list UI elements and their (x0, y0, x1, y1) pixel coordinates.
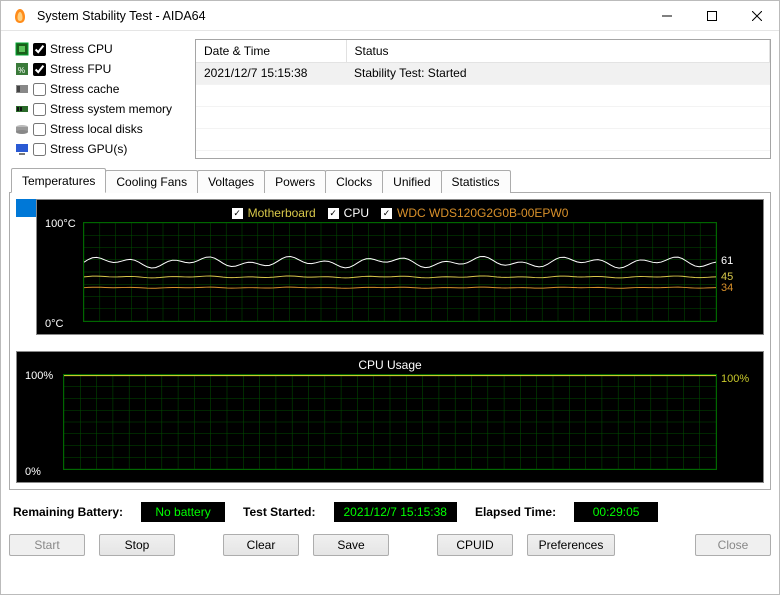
save-button[interactable]: Save (313, 534, 389, 556)
stress-options: Stress CPU% Stress FPU Stress cache Stress … (9, 39, 187, 159)
stress-option-stress-system-memory: Stress system memory (15, 99, 187, 119)
legend-label: Motherboard (248, 206, 316, 220)
stress-checkbox[interactable] (33, 103, 46, 116)
close-button[interactable] (734, 1, 779, 31)
stress-label: Stress CPU (50, 42, 113, 56)
stress-option-stress-gpu-s-: Stress GPU(s) (15, 139, 187, 159)
stress-checkbox[interactable] (33, 83, 46, 96)
stress-checkbox[interactable] (33, 143, 46, 156)
temp-readout: 61 (721, 255, 733, 267)
cpu-usage-graph: CPU Usage 100% 0% 100% (16, 351, 764, 483)
clear-button[interactable]: Clear (223, 534, 299, 556)
cpu-graph-title: CPU Usage (358, 358, 421, 372)
graph-tabs: TemperaturesCooling FansVoltagesPowersCl… (9, 167, 771, 193)
stress-type-icon (15, 142, 29, 156)
cpu-ymax-label: 100% (25, 370, 53, 382)
sensor-tree[interactable] (16, 199, 36, 339)
status-bar: Remaining Battery: No battery Test Start… (13, 502, 767, 522)
legend-checkbox[interactable]: ✓ (232, 208, 243, 219)
app-icon (11, 7, 29, 25)
legend-checkbox[interactable]: ✓ (381, 208, 392, 219)
stress-checkbox[interactable] (33, 43, 46, 56)
legend-label: CPU (344, 206, 369, 220)
stress-label: Stress cache (50, 82, 119, 96)
cpuid-button[interactable]: CPUID (437, 534, 513, 556)
event-status: Stability Test: Started (346, 62, 770, 84)
legend-item-motherboard[interactable]: ✓ Motherboard (232, 206, 316, 220)
battery-label: Remaining Battery: (13, 505, 123, 519)
stress-option-stress-cache: Stress cache (15, 79, 187, 99)
tab-clocks[interactable]: Clocks (325, 170, 383, 193)
col-status[interactable]: Status (346, 40, 770, 62)
event-log-table: Date & Time Status 2021/12/7 15:15:38Sta… (195, 39, 771, 159)
svg-text:%: % (18, 66, 25, 75)
stop-button[interactable]: Stop (99, 534, 175, 556)
legend-item-cpu[interactable]: ✓ CPU (328, 206, 369, 220)
stress-type-icon (15, 42, 29, 56)
tab-temperatures[interactable]: Temperatures (11, 168, 106, 193)
temperatures-graph: ✓Motherboard✓CPU✓WDC WDS120G2G0B-00EPW0 … (36, 199, 764, 335)
cpu-readout: 100% (721, 373, 749, 385)
cpu-ymin-label: 0% (25, 466, 41, 478)
temp-ymax-label: 100°C (45, 218, 76, 230)
temp-ymin-label: 0°C (45, 318, 63, 330)
tab-powers[interactable]: Powers (264, 170, 326, 193)
preferences-button[interactable]: Preferences (527, 534, 615, 556)
event-row-empty: .. (196, 106, 770, 128)
stress-option-stress-fpu: % Stress FPU (15, 59, 187, 79)
maximize-button[interactable] (689, 1, 734, 31)
legend-item-wdc-wds120g2g0b-00epw0[interactable]: ✓ WDC WDS120G2G0B-00EPW0 (381, 206, 568, 220)
stress-type-icon (15, 122, 29, 136)
stress-label: Stress FPU (50, 62, 111, 76)
button-bar: Start Stop Clear Save CPUID Preferences … (1, 522, 779, 566)
titlebar: System Stability Test - AIDA64 (1, 1, 779, 31)
stress-option-stress-cpu: Stress CPU (15, 39, 187, 59)
stress-label: Stress GPU(s) (50, 142, 127, 156)
stress-label: Stress local disks (50, 122, 143, 136)
tab-voltages[interactable]: Voltages (197, 170, 265, 193)
minimize-button[interactable] (644, 1, 689, 31)
tab-cooling-fans[interactable]: Cooling Fans (105, 170, 198, 193)
started-label: Test Started: (243, 505, 315, 519)
legend-label: WDC WDS120G2G0B-00EPW0 (397, 206, 568, 220)
event-row-empty: .. (196, 128, 770, 150)
legend-checkbox[interactable]: ✓ (328, 208, 339, 219)
stress-checkbox[interactable] (33, 123, 46, 136)
col-date-time[interactable]: Date & Time (196, 40, 346, 62)
stress-label: Stress system memory (50, 102, 172, 116)
elapsed-label: Elapsed Time: (475, 505, 556, 519)
stress-option-stress-local-disks: Stress local disks (15, 119, 187, 139)
event-row-empty: .. (196, 84, 770, 106)
elapsed-value: 00:29:05 (574, 502, 658, 522)
started-value: 2021/12/7 15:15:38 (334, 502, 457, 522)
tab-unified[interactable]: Unified (382, 170, 441, 193)
tab-statistics[interactable]: Statistics (441, 170, 511, 193)
graph-panel: ✓Motherboard✓CPU✓WDC WDS120G2G0B-00EPW0 … (9, 193, 771, 490)
stress-checkbox[interactable] (33, 63, 46, 76)
stress-type-icon (15, 82, 29, 96)
start-button[interactable]: Start (9, 534, 85, 556)
event-row[interactable]: 2021/12/7 15:15:38Stability Test: Starte… (196, 62, 770, 84)
close-dialog-button[interactable]: Close (695, 534, 771, 556)
stress-type-icon: % (15, 62, 29, 76)
event-date: 2021/12/7 15:15:38 (196, 62, 346, 84)
window-title: System Stability Test - AIDA64 (37, 9, 644, 23)
temp-readout: 34 (721, 282, 733, 294)
stress-type-icon (15, 102, 29, 116)
battery-value: No battery (141, 502, 225, 522)
